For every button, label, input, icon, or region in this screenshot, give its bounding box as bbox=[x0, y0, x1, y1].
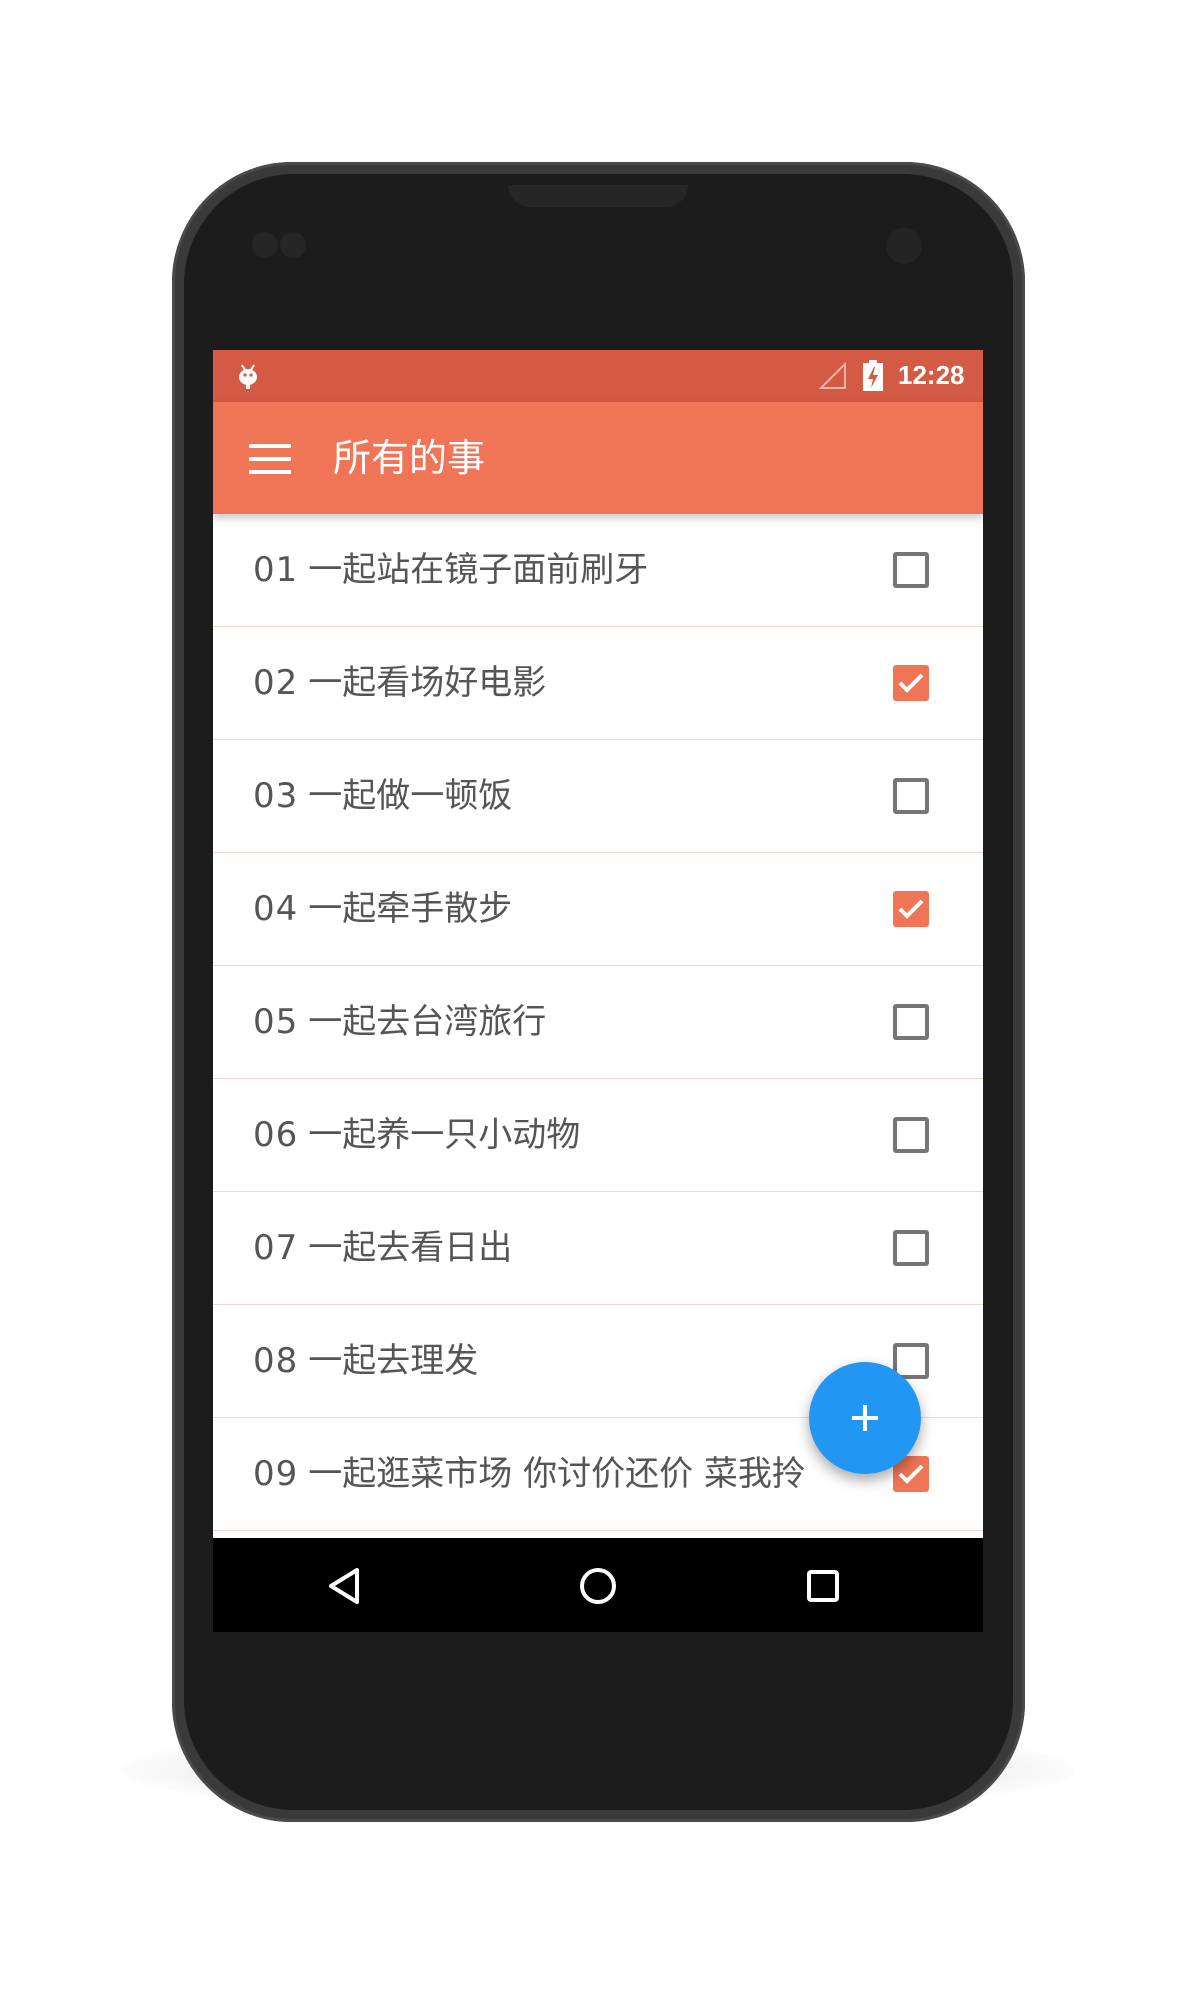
signal-empty-icon bbox=[819, 362, 846, 389]
todo-label: 09 一起逛菜市场 你讨价还价 菜我拎 bbox=[253, 1418, 806, 1530]
todo-text: 一起做一顿饭 bbox=[308, 776, 513, 816]
android-debug-icon bbox=[239, 364, 257, 389]
todo-label: 03 一起做一顿饭 bbox=[253, 740, 512, 852]
todo-row[interactable]: 06 一起养一只小动物 bbox=[213, 1079, 983, 1192]
todo-number: 06 bbox=[253, 1115, 299, 1155]
todo-checkbox[interactable] bbox=[893, 665, 929, 701]
todo-row[interactable]: 05 一起去台湾旅行 bbox=[213, 966, 983, 1079]
screen: 12:28 所有的事 01 一起站在镜子面前刷牙 02 一起看场好电影 03 一起做一顿饭… bbox=[213, 350, 983, 1632]
plus-icon bbox=[852, 1405, 878, 1431]
todo-checkbox[interactable] bbox=[893, 778, 929, 814]
todo-number: 09 bbox=[253, 1454, 299, 1494]
todo-text: 一起逛菜市场 你讨价还价 菜我拎 bbox=[308, 1454, 806, 1494]
check-icon bbox=[898, 1464, 924, 1484]
check-icon bbox=[898, 899, 924, 919]
battery-charging-icon bbox=[863, 360, 883, 391]
todo-number: 03 bbox=[253, 776, 299, 816]
todo-checkbox[interactable] bbox=[893, 1117, 929, 1153]
sensor-dot bbox=[280, 232, 306, 258]
todo-label: 06 一起养一只小动物 bbox=[253, 1079, 580, 1191]
todo-label: 08 一起去理发 bbox=[253, 1305, 478, 1417]
navigation-bar bbox=[213, 1538, 983, 1632]
home-circle-icon[interactable] bbox=[576, 1564, 620, 1608]
app-bar: 所有的事 bbox=[213, 402, 983, 514]
earpiece-speaker bbox=[508, 185, 688, 207]
hamburger-menu-icon[interactable] bbox=[249, 444, 291, 474]
status-bar: 12:28 bbox=[213, 350, 983, 402]
todo-checkbox[interactable] bbox=[893, 552, 929, 588]
todo-row[interactable]: 01 一起站在镜子面前刷牙 bbox=[213, 514, 983, 627]
todo-label: 05 一起去台湾旅行 bbox=[253, 966, 546, 1078]
check-icon bbox=[898, 673, 924, 693]
front-camera bbox=[886, 228, 922, 264]
todo-text: 一起去台湾旅行 bbox=[308, 1002, 547, 1042]
todo-text: 一起牵手散步 bbox=[308, 889, 513, 929]
todo-label: 02 一起看场好电影 bbox=[253, 627, 546, 739]
todo-row[interactable]: 07 一起去看日出 bbox=[213, 1192, 983, 1305]
todo-checkbox[interactable] bbox=[893, 1004, 929, 1040]
sensor-dot bbox=[252, 232, 278, 258]
todo-checkbox[interactable] bbox=[893, 1230, 929, 1266]
todo-label: 07 一起去看日出 bbox=[253, 1192, 512, 1304]
todo-number: 02 bbox=[253, 663, 299, 703]
todo-label: 04 一起牵手散步 bbox=[253, 853, 512, 965]
todo-text: 一起养一只小动物 bbox=[308, 1115, 581, 1155]
page-title: 所有的事 bbox=[333, 436, 486, 480]
status-time: 12:28 bbox=[898, 360, 965, 390]
todo-row[interactable]: 03 一起做一顿饭 bbox=[213, 740, 983, 853]
todo-number: 07 bbox=[253, 1228, 299, 1268]
recents-square-icon[interactable] bbox=[801, 1564, 845, 1608]
todo-text: 一起看场好电影 bbox=[308, 663, 547, 703]
todo-label: 01 一起站在镜子面前刷牙 bbox=[253, 514, 648, 626]
todo-number: 04 bbox=[253, 889, 299, 929]
todo-row[interactable]: 02 一起看场好电影 bbox=[213, 627, 983, 740]
todo-text: 一起去理发 bbox=[308, 1341, 479, 1381]
todo-text: 一起去看日出 bbox=[308, 1228, 513, 1268]
todo-row[interactable]: 04 一起牵手散步 bbox=[213, 853, 983, 966]
todo-number: 08 bbox=[253, 1341, 299, 1381]
todo-text: 一起站在镜子面前刷牙 bbox=[308, 550, 649, 590]
todo-checkbox[interactable] bbox=[893, 891, 929, 927]
back-triangle-icon[interactable] bbox=[323, 1564, 367, 1608]
todo-number: 01 bbox=[253, 550, 299, 590]
add-todo-button[interactable] bbox=[809, 1362, 921, 1474]
todo-number: 05 bbox=[253, 1002, 299, 1042]
